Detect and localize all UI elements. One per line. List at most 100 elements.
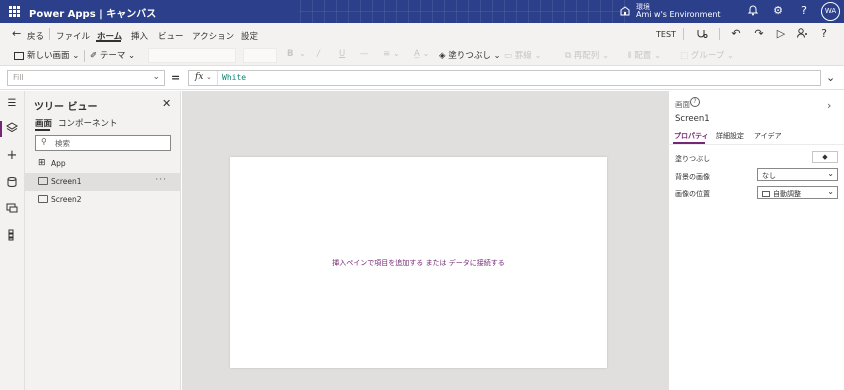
strikethrough-button[interactable]: — xyxy=(360,49,369,59)
font-size-field[interactable] xyxy=(243,48,277,63)
menu-file[interactable]: ファイル xyxy=(56,30,90,42)
menu-action[interactable]: アクション xyxy=(192,30,234,42)
align-button[interactable]: ⫴ 配置 ⌄ xyxy=(628,49,661,61)
properties-type-label: 画面 xyxy=(675,100,690,109)
property-dropdown[interactable]: Fill ⌄ xyxy=(7,70,165,86)
chevron-down-icon: ⌄ xyxy=(72,51,80,61)
share-user-icon[interactable] xyxy=(795,27,809,41)
tree-item-app[interactable]: ⊞ App xyxy=(25,155,181,173)
tree-item-screen1[interactable]: Screen1 ··· xyxy=(25,173,181,191)
back-button[interactable]: 戻る xyxy=(27,30,44,42)
font-family-dropdown[interactable] xyxy=(148,48,236,63)
expand-formula-icon[interactable]: ⌄ xyxy=(826,71,835,84)
formula-input[interactable]: fx ⌄ White xyxy=(188,70,821,86)
undo-icon[interactable]: ↶ xyxy=(729,27,743,41)
toolbar-divider xyxy=(84,50,85,62)
redo-icon[interactable]: ↷ xyxy=(752,27,766,41)
chevron-down-icon: ⌄ xyxy=(493,51,501,61)
background-image-value: なし xyxy=(762,172,776,180)
reorder-icon: ⧉ xyxy=(565,51,572,61)
rail-active-indicator xyxy=(0,121,2,137)
chevron-down-icon: ⌄ xyxy=(152,72,160,82)
tree-search-input[interactable]: ⚲ 検索 xyxy=(35,135,171,151)
hamburger-menu-icon[interactable]: ☰ xyxy=(5,97,19,111)
menu-divider xyxy=(683,28,684,40)
reorder-button[interactable]: ⧉ 再配列 ⌄ xyxy=(565,49,609,61)
tree-view-title: ツリー ビュー xyxy=(34,102,98,113)
tree-item-label: Screen1 xyxy=(51,177,82,186)
chevron-right-icon[interactable]: › xyxy=(827,99,831,112)
tab-screens[interactable]: 画面 xyxy=(35,117,52,129)
help-icon[interactable]: ? xyxy=(817,27,831,41)
screen-canvas[interactable]: 挿入ペインで項目を追加する または データに接続する xyxy=(230,157,607,368)
paint-bucket-icon: ◆ xyxy=(822,153,828,161)
italic-button[interactable]: / xyxy=(317,49,320,59)
menu-view[interactable]: ビュー xyxy=(158,30,184,42)
chevron-down-icon: ⌄ xyxy=(128,51,136,61)
underline-button[interactable]: U xyxy=(339,49,345,59)
app-title: Power Apps | キャンバス xyxy=(29,9,157,20)
chevron-down-icon[interactable]: ⌄ xyxy=(206,73,212,81)
property-value: Fill xyxy=(13,73,24,82)
more-options-icon[interactable]: ··· xyxy=(155,175,167,185)
notification-icon[interactable] xyxy=(746,4,760,18)
environment-icon[interactable] xyxy=(619,5,631,17)
data-cylinder-icon[interactable] xyxy=(5,176,19,190)
help-icon[interactable]: ? xyxy=(690,97,700,107)
media-icon[interactable] xyxy=(5,202,19,216)
tab-divider xyxy=(668,144,844,145)
app-launcher-icon[interactable] xyxy=(9,6,20,17)
chevron-down-icon: ⌄ xyxy=(827,187,834,196)
fill-button[interactable]: ◈ 塗りつぶし ⌄ xyxy=(439,49,501,61)
formula-text[interactable]: White xyxy=(222,73,246,82)
group-icon: ⬚ xyxy=(680,51,689,61)
chevron-down-icon: ⌄ xyxy=(827,169,834,178)
align-icon: ⫴ xyxy=(628,51,632,61)
active-tab-indicator xyxy=(96,40,121,42)
insert-plus-icon[interactable]: + xyxy=(5,149,19,163)
theme-button[interactable]: ✐ テーマ ⌄ xyxy=(90,49,135,61)
tab-ideas[interactable]: アイデア xyxy=(754,131,782,141)
fx-divider xyxy=(217,71,218,85)
user-avatar[interactable]: WA xyxy=(821,2,840,21)
new-screen-button[interactable]: 新しい画面 ⌄ xyxy=(14,49,79,61)
fill-color-picker[interactable]: ◆ xyxy=(812,151,838,163)
text-size-icon[interactable]: A̲ ⌄ xyxy=(414,49,430,59)
menu-settings[interactable]: 設定 xyxy=(241,30,258,42)
canvas-hint-text[interactable]: 挿入ペインで項目を追加する または データに接続する xyxy=(230,258,607,268)
app-icon: ⊞ xyxy=(38,158,46,168)
image-position-dropdown[interactable]: 自動調整 ⌄ xyxy=(757,186,838,199)
app-checker-icon[interactable] xyxy=(695,27,709,41)
bold-chevron-icon: ⌄ xyxy=(299,49,307,59)
advanced-tools-icon[interactable] xyxy=(5,229,19,243)
bold-button[interactable]: B xyxy=(287,49,293,59)
search-icon: ⚲ xyxy=(41,137,47,146)
selected-screen-name: Screen1 xyxy=(675,114,710,124)
tab-advanced[interactable]: 詳細設定 xyxy=(716,131,744,141)
preview-play-icon[interactable]: ▷ xyxy=(774,27,788,41)
tree-view-layers-icon[interactable] xyxy=(5,122,19,136)
menu-divider xyxy=(719,28,720,40)
back-arrow-icon[interactable]: ← xyxy=(12,27,21,40)
fx-icon[interactable]: fx xyxy=(195,72,203,82)
menu-divider xyxy=(49,28,50,40)
tree-item-screen2[interactable]: Screen2 xyxy=(25,191,181,209)
settings-gear-icon[interactable]: ⚙ xyxy=(771,4,785,18)
active-tab-indicator xyxy=(35,129,50,131)
environment-name[interactable]: Ami w's Environment xyxy=(636,10,721,19)
tab-properties[interactable]: プロパティ xyxy=(674,131,709,141)
tree-item-label: App xyxy=(51,159,66,168)
search-placeholder: 検索 xyxy=(55,139,70,148)
help-icon[interactable]: ? xyxy=(797,4,811,18)
group-button[interactable]: ⬚ グループ ⌄ xyxy=(680,49,734,61)
background-image-dropdown[interactable]: なし ⌄ xyxy=(757,168,838,181)
close-icon[interactable]: ✕ xyxy=(162,97,171,110)
border-button[interactable]: ▭ 罫線 ⌄ xyxy=(504,49,542,61)
blueprint-decoration xyxy=(300,0,630,23)
menu-insert[interactable]: 挿入 xyxy=(131,30,148,42)
border-icon: ▭ xyxy=(504,51,513,61)
text-align-icon[interactable]: ≡ ⌄ xyxy=(383,49,400,59)
screen-icon xyxy=(38,195,48,203)
tab-components[interactable]: コンポーネント xyxy=(58,117,118,129)
theme-brush-icon: ✐ xyxy=(90,51,98,61)
